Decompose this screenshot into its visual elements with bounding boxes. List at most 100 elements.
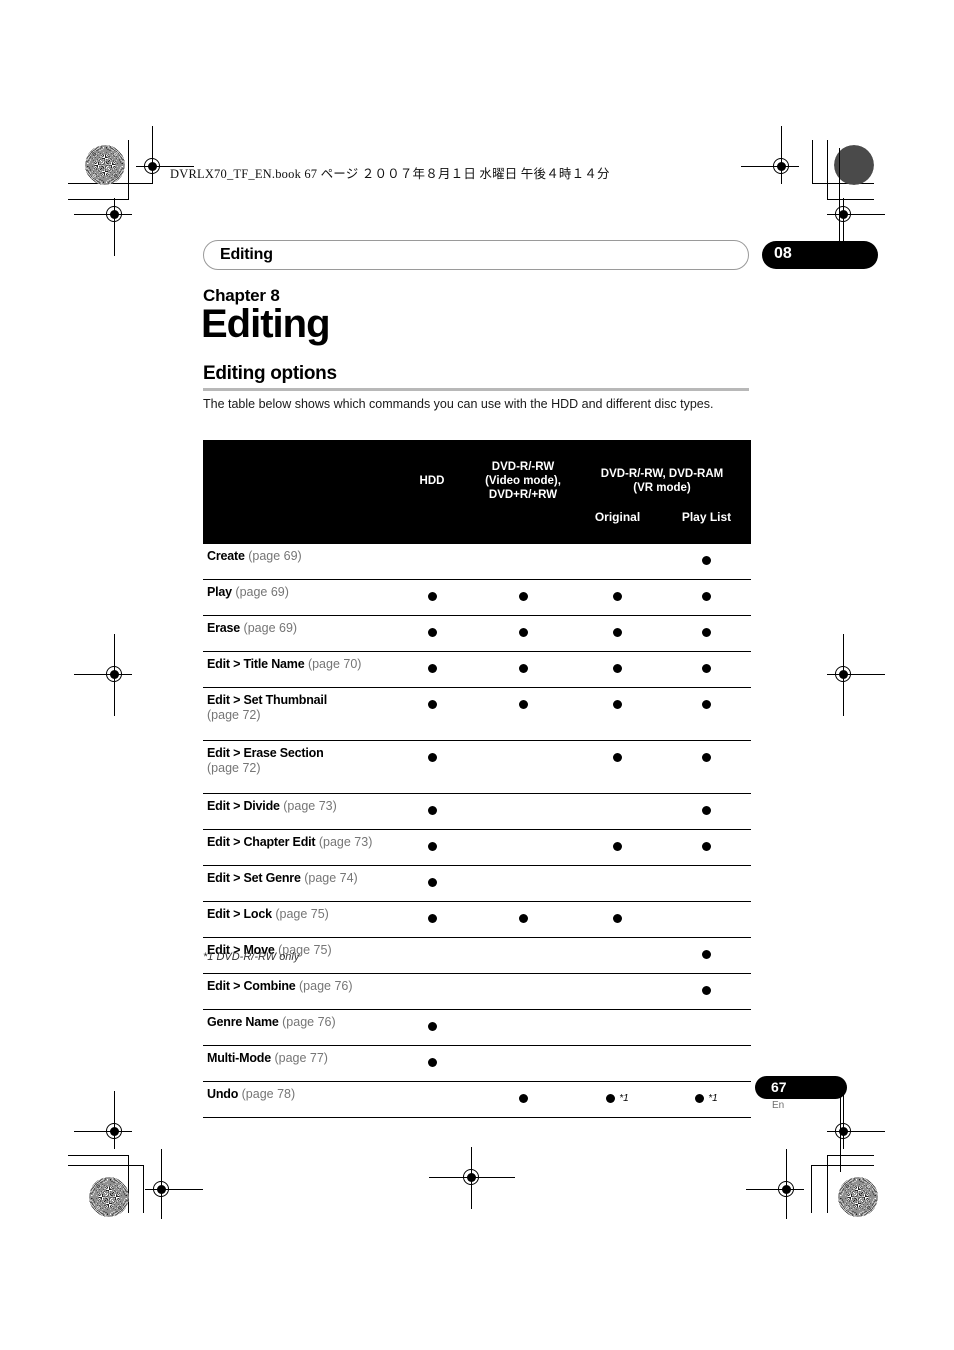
header-cell-vr-mode: DVD-R/-RW, DVD-RAM (VR mode): [573, 440, 751, 510]
row-label-cell: Genre Name (page 76): [203, 1009, 391, 1046]
row-support-cell-original: [573, 740, 662, 794]
row-command-name: Undo: [207, 1087, 239, 1101]
support-dot-icon: [613, 592, 622, 602]
row-support-cell-original: [573, 615, 662, 652]
row-command-name: Edit > Lock: [207, 907, 272, 921]
table-header-row-sub: Original Play List: [203, 510, 752, 544]
chapter-number-label: 08: [774, 245, 792, 262]
row-support-cell-hdd: [391, 937, 473, 974]
support-dot-icon: [702, 842, 711, 852]
print-job-header: DVRLX70_TF_EN.book 67 ページ ２００７年８月１日 水曜日 …: [170, 167, 610, 181]
row-support-cell-playlist: [662, 651, 752, 688]
table-row: Genre Name (page 76): [203, 1009, 752, 1046]
row-command-name: Edit > Set Thumbnail: [207, 693, 327, 707]
header-cell-original: Original: [594, 510, 641, 524]
support-dot-icon: [702, 592, 711, 602]
footer-stem: [840, 1090, 841, 1172]
row-command-name: Edit > Set Genre: [207, 871, 301, 885]
table-row: Edit > Lock (page 75): [203, 901, 752, 938]
support-dot-icon: [702, 664, 711, 674]
running-head-title: Editing: [220, 246, 273, 263]
row-label-cell: Multi-Mode (page 77): [203, 1045, 391, 1082]
support-dot-icon: [702, 753, 711, 763]
row-support-cell-original: [573, 865, 662, 902]
table-row: Edit > Divide (page 73): [203, 793, 752, 830]
row-command-name: Erase: [207, 621, 241, 635]
running-head-bar: Editing: [203, 240, 749, 270]
row-support-cell-hdd: [391, 1045, 473, 1082]
row-support-cell-original: [573, 1045, 662, 1082]
row-support-cell-playlist: [662, 687, 752, 741]
row-support-cell-video: [473, 1009, 573, 1046]
row-support-cell-original: [573, 937, 662, 974]
row-page-reference: (page 73): [318, 835, 373, 849]
table-row: Edit > Title Name (page 70): [203, 651, 752, 688]
row-command-name: Edit > Combine: [207, 979, 296, 993]
row-page-reference: (page 72): [207, 708, 261, 722]
row-support-cell-hdd: [391, 687, 473, 741]
row-label-cell: Edit > Erase Section (page 72): [203, 740, 391, 794]
row-page-reference: (page 76): [299, 979, 353, 993]
editing-options-table-wrapper: HDD DVD-R/-RW (Video mode), DVD+R/+RW DV…: [203, 440, 752, 1118]
support-dot-icon: [518, 592, 528, 602]
row-label-cell: Erase (page 69): [203, 615, 391, 652]
row-label-cell: Edit > Title Name (page 70): [203, 651, 391, 688]
row-support-cell-video: [473, 865, 573, 902]
section-divider: [203, 388, 749, 391]
row-support-cell-playlist: [662, 579, 752, 616]
row-page-reference: (page 69): [235, 585, 289, 599]
support-dot-icon: [702, 628, 711, 638]
support-dot-icon: [427, 592, 437, 602]
support-dot-icon: [427, 664, 437, 674]
support-dot-icon: [427, 842, 437, 852]
row-support-cell-hdd: [391, 544, 473, 580]
header-vr-line2: (VR mode): [633, 482, 691, 494]
row-page-reference: (page 69): [243, 621, 298, 635]
support-dot-icon: [606, 1094, 616, 1104]
chapter-tab-stem: [839, 148, 840, 244]
table-row: Edit > Chapter Edit (page 73): [203, 829, 752, 866]
table-row: Multi-Mode (page 77): [203, 1045, 752, 1082]
support-dot-icon: [695, 1094, 705, 1104]
support-dot-icon: [518, 700, 528, 710]
table-row: Create (page 69): [203, 544, 752, 580]
row-page-reference: (page 73): [283, 799, 337, 813]
header-video-line1: DVD-R/-RW: [491, 461, 555, 473]
header-cell-hdd: HDD: [419, 475, 445, 487]
editing-options-table: HDD DVD-R/-RW (Video mode), DVD+R/+RW DV…: [203, 440, 752, 1118]
row-support-cell-hdd: [391, 615, 473, 652]
row-label-cell: Edit > Combine (page 76): [203, 973, 391, 1010]
support-dot-icon: [702, 950, 711, 960]
row-support-cell-hdd: [391, 829, 473, 866]
row-support-cell-video: [473, 973, 573, 1010]
row-page-reference: (page 72): [207, 761, 261, 775]
row-support-cell-playlist: [662, 1045, 752, 1082]
row-support-cell-video: [473, 687, 573, 741]
row-support-cell-hdd: [391, 740, 473, 794]
row-support-cell-video: [473, 829, 573, 866]
row-support-cell-original: [573, 687, 662, 741]
row-support-cell-playlist: *1: [662, 1081, 752, 1118]
chapter-number-tab: 08: [762, 241, 878, 269]
table-row: Play (page 69): [203, 579, 752, 616]
row-support-cell-video: [473, 615, 573, 652]
support-dot-icon: [613, 700, 622, 710]
header-cell-video-mode: DVD-R/-RW (Video mode), DVD+R/+RW: [473, 440, 573, 510]
row-label-cell: Play (page 69): [203, 579, 391, 616]
row-command-name: Edit > Title Name: [207, 657, 305, 671]
row-support-cell-video: [473, 651, 573, 688]
row-page-reference: (page 69): [248, 549, 302, 563]
section-intro-text: The table below shows which commands you…: [203, 397, 714, 411]
row-command-name: Play: [207, 585, 232, 599]
support-dot-icon: [427, 1058, 437, 1068]
support-dot-icon: [427, 700, 437, 710]
support-dot-icon: [702, 700, 711, 710]
support-dot-icon: [427, 628, 437, 638]
row-support-cell-hdd: [391, 901, 473, 938]
support-dot-icon: [518, 664, 528, 674]
row-command-name: Edit > Erase Section: [207, 746, 324, 760]
support-dot-icon: [427, 914, 437, 924]
row-support-cell-playlist: [662, 901, 752, 938]
support-dot-icon: [427, 806, 437, 816]
header-cell-name: [203, 440, 391, 510]
